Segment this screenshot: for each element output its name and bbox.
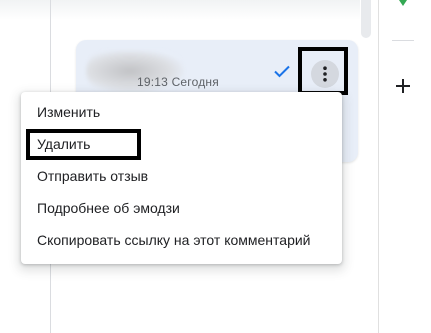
plus-icon <box>396 79 410 93</box>
right-panel-separator <box>392 40 414 41</box>
menu-item-send-feedback[interactable]: Отправить отзыв <box>21 160 342 192</box>
menu-item-copy-link[interactable]: Скопировать ссылку на этот комментарий <box>21 224 342 256</box>
menu-item-edit[interactable]: Изменить <box>21 96 342 128</box>
green-arrow-icon <box>399 0 407 6</box>
top-strip <box>0 0 360 20</box>
page: 19:13 Сегодня Изменить Удалить Отправить… <box>0 0 431 333</box>
scrollbar[interactable] <box>361 0 371 38</box>
right-panel-divider <box>378 0 379 333</box>
more-button-highlight-box <box>298 47 348 95</box>
comment-context-menu: Изменить Удалить Отправить отзыв Подробн… <box>21 92 342 264</box>
add-comment-icon[interactable] <box>392 75 414 97</box>
comment-timestamp: 19:13 Сегодня <box>137 75 219 89</box>
menu-item-emoji-details[interactable]: Подробнее об эмодзи <box>21 192 342 224</box>
delete-item-highlight-box <box>26 129 141 160</box>
check-icon[interactable] <box>273 62 291 80</box>
